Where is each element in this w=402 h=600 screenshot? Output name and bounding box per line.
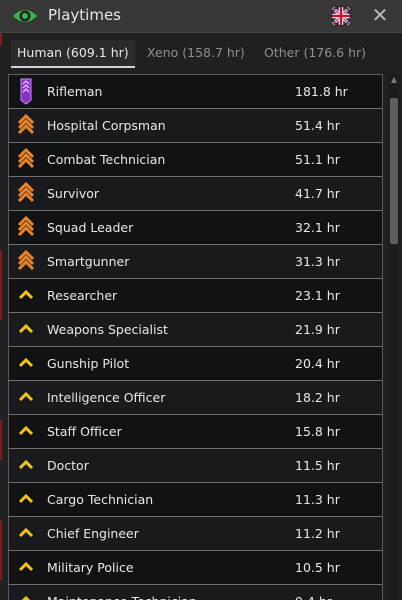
window-title: Playtimes	[48, 6, 121, 24]
job-name: Intelligence Officer	[47, 390, 166, 405]
yellow-chevron-icon	[17, 486, 35, 513]
background-edge	[0, 520, 2, 580]
yellow-chevron-icon	[17, 588, 35, 600]
yellow-chevron-icon	[17, 554, 35, 581]
table-row[interactable]: Intelligence Officer 18.2 hr	[9, 381, 382, 415]
tab-other[interactable]: Other (176.6 hr)	[258, 40, 372, 66]
table-row[interactable]: Smartgunner 31.3 hr	[9, 245, 382, 279]
orange-chevron-icon	[17, 146, 35, 173]
yellow-chevron-icon	[17, 316, 35, 343]
table-row[interactable]: Cargo Technician 11.3 hr	[9, 483, 382, 517]
table-row[interactable]: Researcher 23.1 hr	[9, 279, 382, 313]
table-row[interactable]: Military Police 10.5 hr	[9, 551, 382, 585]
table-row[interactable]: Chief Engineer 11.2 hr	[9, 517, 382, 551]
yellow-chevron-icon	[17, 452, 35, 479]
table-row[interactable]: Combat Technician 51.1 hr	[9, 143, 382, 177]
job-name: Doctor	[47, 458, 89, 473]
background-edge	[0, 250, 2, 320]
yellow-chevron-icon	[17, 520, 35, 547]
job-hours: 21.9 hr	[295, 322, 340, 337]
job-hours: 20.4 hr	[295, 356, 340, 371]
job-hours: 10.5 hr	[295, 560, 340, 575]
job-name: Maintenance Technician	[47, 585, 197, 600]
close-icon[interactable]: ✕	[370, 4, 390, 26]
job-hours: 181.8 hr	[295, 84, 348, 99]
tab-human[interactable]: Human (609.1 hr)	[11, 40, 135, 68]
job-name: Military Police	[47, 560, 134, 575]
job-name: Combat Technician	[47, 152, 166, 167]
job-hours: 11.5 hr	[295, 458, 340, 473]
background-edge	[0, 420, 2, 460]
tab-bar: Human (609.1 hr) Xeno (158.7 hr) Other (…	[0, 40, 402, 68]
table-row[interactable]: Staff Officer 15.8 hr	[9, 415, 382, 449]
job-name: Rifleman	[47, 84, 103, 99]
union-flag-icon[interactable]	[331, 6, 351, 30]
job-name: Weapons Specialist	[47, 322, 168, 337]
yellow-chevron-icon	[17, 350, 35, 377]
table-row[interactable]: Doctor 11.5 hr	[9, 449, 382, 483]
job-hours: 31.3 hr	[295, 254, 340, 269]
job-hours: 11.3 hr	[295, 492, 340, 507]
job-hours: 51.1 hr	[295, 152, 340, 167]
job-name: Hospital Corpsman	[47, 118, 166, 133]
job-name: Staff Officer	[47, 424, 122, 439]
job-name: Survivor	[47, 186, 100, 201]
scrollbar-thumb[interactable]	[390, 98, 398, 244]
job-hours: 51.4 hr	[295, 118, 340, 133]
orange-chevron-icon	[17, 248, 35, 275]
job-hours: 11.2 hr	[295, 526, 340, 541]
yellow-chevron-icon	[17, 282, 35, 309]
job-hours: 32.1 hr	[295, 220, 340, 235]
eye-icon	[12, 6, 38, 30]
job-hours: 15.8 hr	[295, 424, 340, 439]
orange-chevron-icon	[17, 180, 35, 207]
job-hours: 18.2 hr	[295, 390, 340, 405]
job-name: Cargo Technician	[47, 492, 154, 507]
job-name: Squad Leader	[47, 220, 134, 235]
table-row[interactable]: Hospital Corpsman 51.4 hr	[9, 109, 382, 143]
table-row[interactable]: Weapons Specialist 21.9 hr	[9, 313, 382, 347]
purple-rank-icon	[17, 78, 35, 105]
table-row[interactable]: Rifleman 181.8 hr	[9, 75, 382, 109]
table-row[interactable]: Maintenance Technician 9.4 hr	[9, 585, 382, 600]
job-hours: 41.7 hr	[295, 186, 340, 201]
yellow-chevron-icon	[17, 418, 35, 445]
table-row[interactable]: Squad Leader 32.1 hr	[9, 211, 382, 245]
job-name: Smartgunner	[47, 254, 130, 269]
table-row[interactable]: Survivor 41.7 hr	[9, 177, 382, 211]
playtime-list: Rifleman 181.8 hr Hospital Corpsman 51.4 hr…	[8, 74, 383, 600]
job-name: Researcher	[47, 288, 118, 303]
orange-chevron-icon	[17, 214, 35, 241]
job-name: Gunship Pilot	[47, 356, 130, 371]
tab-xeno[interactable]: Xeno (158.7 hr)	[141, 40, 251, 66]
yellow-chevron-icon	[17, 384, 35, 411]
playtimes-window: Playtimes ✕ Human (609.1 hr) Xeno (158.7…	[0, 0, 402, 600]
orange-chevron-icon	[17, 112, 35, 139]
scroll-up-arrow-icon[interactable]: ▲	[389, 74, 399, 86]
job-hours: 9.4 hr	[295, 585, 332, 600]
title-bar[interactable]: Playtimes ✕	[0, 0, 402, 33]
job-name: Chief Engineer	[47, 526, 139, 541]
job-hours: 23.1 hr	[295, 288, 340, 303]
table-row[interactable]: Gunship Pilot 20.4 hr	[9, 347, 382, 381]
